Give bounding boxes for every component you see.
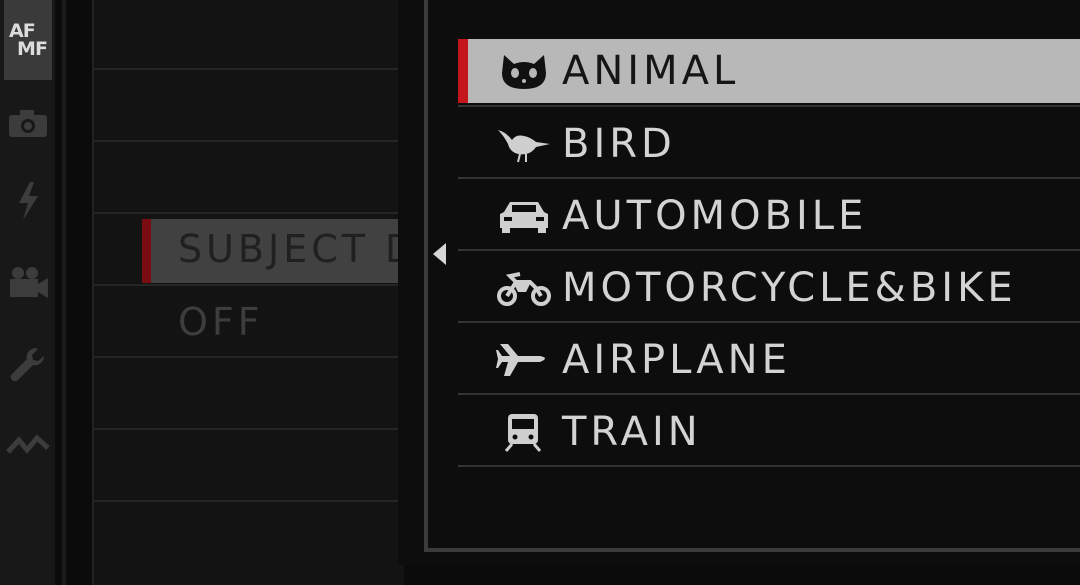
tab-shooting[interactable] [4, 90, 52, 156]
option-label: AUTOMOBILE [562, 193, 868, 239]
selection-indicator [458, 39, 468, 103]
list-item [94, 428, 404, 500]
flash-icon [19, 182, 38, 220]
divider [458, 321, 1080, 323]
bird-icon [498, 130, 550, 163]
tab-flash[interactable] [4, 168, 52, 234]
tab-af-mf[interactable]: AF MF [4, 0, 52, 80]
car-icon [500, 202, 548, 233]
setting-label-clip: SUBJECT D [142, 219, 398, 283]
option-label: AIRPLANE [562, 337, 791, 383]
train-icon [504, 414, 542, 452]
cat-icon [502, 55, 546, 89]
option-animal[interactable]: ANIMAL [458, 39, 1080, 103]
option-airplane[interactable]: AIRPLANE [458, 328, 1080, 392]
camera-icon [9, 110, 47, 137]
tab-movie[interactable] [4, 250, 52, 316]
divider [458, 105, 1080, 107]
back-arrow-icon[interactable] [433, 243, 446, 265]
option-motorcycle-bike[interactable]: MOTORCYCLE&BIKE [458, 256, 1080, 320]
option-bird[interactable]: BIRD [458, 112, 1080, 176]
popup-border [424, 0, 428, 550]
setting-current-value: OFF [178, 300, 264, 344]
video-camera-icon [10, 267, 48, 298]
popup-border-bottom [424, 548, 1080, 552]
connection-icon [6, 434, 50, 454]
option-train[interactable]: TRAIN [458, 400, 1080, 464]
divider [458, 177, 1080, 179]
background-menu-list [92, 0, 404, 585]
divider [458, 393, 1080, 395]
motorcycle-icon [497, 272, 551, 306]
setting-label: SUBJECT D [178, 227, 398, 271]
tab-connection[interactable] [4, 412, 52, 478]
airplane-icon [496, 344, 545, 376]
divider [458, 249, 1080, 251]
list-item [94, 500, 404, 572]
option-label: BIRD [562, 121, 676, 167]
list-item [94, 356, 404, 428]
menu-tab-column: AF MF [0, 0, 55, 585]
list-item [94, 68, 404, 140]
option-label: MOTORCYCLE&BIKE [562, 265, 1017, 311]
list-item [94, 140, 404, 212]
option-label: TRAIN [562, 409, 702, 455]
af-mf-icon: AF MF [9, 20, 48, 60]
option-label: ANIMAL [562, 48, 740, 94]
tab-setup[interactable] [4, 332, 52, 398]
divider [458, 465, 1080, 467]
wrench-icon [10, 347, 45, 382]
divider [62, 0, 66, 585]
option-automobile[interactable]: AUTOMOBILE [458, 184, 1080, 248]
